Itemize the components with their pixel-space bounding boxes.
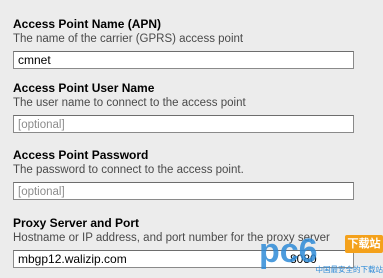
apn-label: Access Point Name (APN) [13,17,162,31]
proxy-description: Hostname or IP address, and port number … [13,232,330,244]
username-section: Access Point User Name The user name to … [13,81,354,133]
username-label: Access Point User Name [13,81,155,95]
password-description: The password to connect to the access po… [13,164,244,176]
proxy-section: Proxy Server and Port Hostname or IP add… [13,216,354,268]
username-description: The user name to connect to the access p… [13,97,246,109]
password-label: Access Point Password [13,148,149,162]
proxy-host-field[interactable]: mbgp12.walizip.com 8080 [13,250,354,268]
password-field[interactable]: [optional] [13,182,354,200]
apn-field[interactable]: cmnet [13,51,354,69]
password-section: Access Point Password The password to co… [13,148,354,200]
username-field[interactable]: [optional] [13,115,354,133]
proxy-label: Proxy Server and Port [13,216,140,230]
apn-section: Access Point Name (APN) The name of the … [13,17,354,69]
apn-description: The name of the carrier (GPRS) access po… [13,33,244,45]
